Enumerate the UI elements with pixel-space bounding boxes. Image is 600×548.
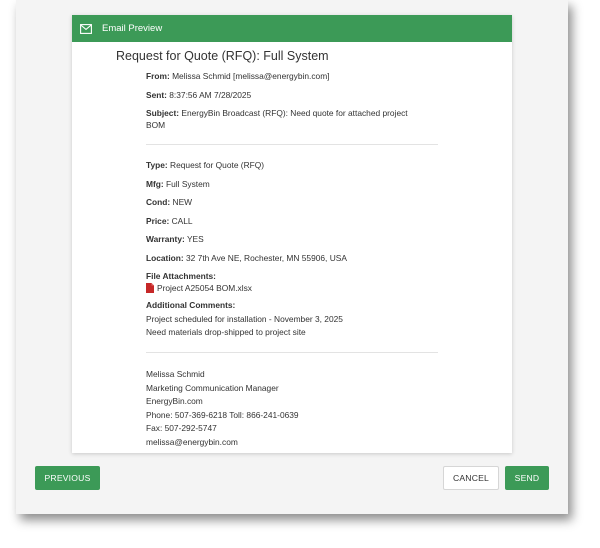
signature: Melissa Schmid Marketing Communication M… — [146, 368, 446, 450]
file-icon — [146, 283, 154, 294]
attachment-link[interactable]: Project A25054 BOM.xlsx — [157, 283, 252, 295]
warranty-label: Warranty: — [146, 234, 185, 244]
mfg-value: Full System — [166, 178, 210, 189]
envelope-icon — [80, 23, 92, 34]
subject-value-line1: EnergyBin Broadcast (RFQ): Need quote fo… — [181, 108, 408, 118]
warranty-value: YES — [186, 234, 204, 244]
dialog-frame: Email Preview Request for Quote (RFQ): F… — [16, 0, 568, 514]
email-title: Request for Quote (RFQ): Full System — [116, 49, 329, 63]
comment-line: Project scheduled for installation - Nov… — [146, 313, 343, 324]
price-label: Price: — [146, 215, 170, 226]
signature-line: melissa@energybin.com — [146, 436, 238, 447]
signature-line: Melissa Schmid — [146, 369, 205, 379]
divider — [146, 352, 438, 353]
location-label: Location: — [146, 252, 184, 263]
type-value: Request for Quote (RFQ) — [170, 160, 265, 170]
send-button[interactable]: SEND — [505, 466, 549, 490]
cond-label: Cond: — [146, 197, 171, 207]
rfq-details: Type: Request for Quote (RFQ) Mfg: Full … — [146, 160, 446, 339]
signature-line: Marketing Communication Manager — [146, 382, 279, 393]
from-value: Melissa Schmid [melissa@energybin.com] — [172, 71, 330, 81]
email-preview-panel: Email Preview Request for Quote (RFQ): F… — [72, 15, 512, 453]
previous-button[interactable]: PREVIOUS — [35, 466, 100, 490]
price-value: CALL — [171, 215, 193, 226]
attachments-label: File Attachments: — [146, 271, 216, 281]
email-preview-header: Email Preview — [72, 15, 512, 42]
signature-line: EnergyBin.com — [146, 396, 203, 407]
subject-label: Subject: — [146, 108, 180, 118]
divider — [146, 144, 438, 145]
comments-label: Additional Comments: — [146, 300, 236, 310]
mfg-label: Mfg: — [146, 178, 164, 189]
cond-value: NEW — [172, 197, 193, 207]
location-value: 32 7th Ave NE, Rochester, MN 55906, USA — [186, 252, 347, 263]
sent-label: Sent: — [146, 89, 167, 100]
comment-line: Need materials drop-shipped to project s… — [146, 327, 306, 337]
email-preview-title: Email Preview — [102, 23, 163, 34]
signature-line: Phone: 507-369-6218 Toll: 866-241-0639 — [146, 409, 299, 420]
type-label: Type: — [146, 160, 168, 170]
from-label: From: — [146, 71, 170, 81]
subject-value-line2: BOM — [146, 119, 166, 130]
sent-value: 8:37:56 AM 7/28/2025 — [169, 89, 252, 100]
signature-line: Fax: 507-292-5747 — [146, 423, 217, 434]
cancel-button[interactable]: CANCEL — [443, 466, 499, 490]
email-meta: From: Melissa Schmid [melissa@energybin.… — [146, 71, 446, 131]
